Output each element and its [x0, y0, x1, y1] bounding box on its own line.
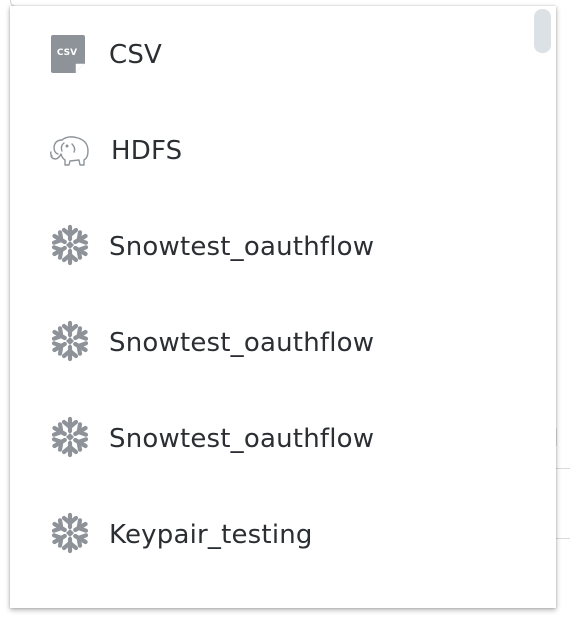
data-source-item-keypair[interactable]: Keypair_testing: [10, 486, 530, 582]
snowflake-icon: [48, 511, 92, 555]
background-divider: [556, 538, 570, 539]
csv-file-icon: CSV: [50, 34, 86, 74]
data-source-label: HDFS: [111, 136, 183, 166]
data-source-label: Keypair_testing: [109, 520, 313, 550]
data-source-label: Snowtest_oauthflow: [109, 424, 375, 454]
hadoop-elephant-icon: [48, 134, 92, 168]
data-source-label: Snowtest_oauthflow: [109, 232, 375, 262]
background-divider: [556, 468, 570, 469]
snowflake-icon: [48, 415, 92, 459]
csv-icon-text: CSV: [57, 48, 77, 58]
snowflake-icon: [48, 223, 92, 267]
data-source-dropdown: CSV CSV HDFS Snowtest_oauthflow Snowtest…: [10, 6, 556, 608]
data-source-item-csv[interactable]: CSV CSV: [10, 6, 530, 102]
data-source-item-snowflake[interactable]: Snowtest_oauthflow: [10, 198, 530, 294]
scrollbar-thumb[interactable]: [534, 9, 551, 53]
snowflake-icon: [48, 319, 92, 363]
data-source-item-hdfs[interactable]: HDFS: [10, 102, 530, 198]
data-source-label: CSV: [109, 40, 163, 70]
data-source-label: Snowtest_oauthflow: [109, 328, 375, 358]
data-source-item-snowflake[interactable]: Snowtest_oauthflow: [10, 294, 530, 390]
background-divider: [556, 428, 557, 446]
data-source-item-snowflake[interactable]: Snowtest_oauthflow: [10, 390, 530, 486]
dropdown-scrollbar[interactable]: [530, 6, 556, 608]
